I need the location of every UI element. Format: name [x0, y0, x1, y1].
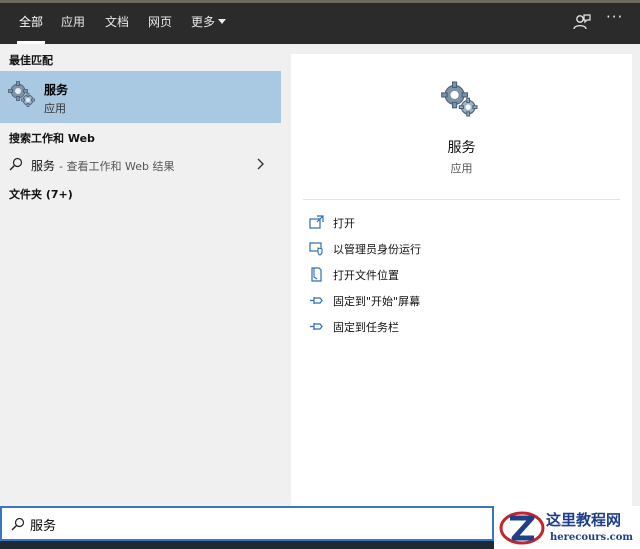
pin-icon: [310, 323, 323, 330]
tab-web[interactable]: 网页: [148, 0, 172, 44]
watermark-url: herecours.com: [550, 532, 634, 543]
search-input[interactable]: [30, 513, 470, 535]
shield-icon: [309, 242, 323, 256]
tab-apps[interactable]: 应用: [61, 0, 85, 44]
search-icon: [9, 157, 23, 171]
pin-icon: [310, 297, 323, 304]
taskbar: [0, 541, 494, 549]
preview-pane: 服务 应用 打开 以管理员身份运行 打开文件位置 固定到"开始"屏幕 固定到任务…: [291, 54, 632, 506]
chevron-right-icon[interactable]: [255, 158, 265, 170]
tab-documents[interactable]: 文档: [105, 0, 129, 44]
watermark-title: 这里教程网: [546, 511, 622, 529]
desktop-strip: [0, 0, 640, 3]
action-open[interactable]: 打开: [309, 213, 609, 233]
preview-title: 服务: [447, 140, 476, 156]
action-pin-to-taskbar[interactable]: 固定到任务栏: [309, 317, 609, 337]
tab-more[interactable]: 更多: [191, 0, 227, 44]
web-result-subtext: - 查看工作和 Web 结果: [59, 160, 175, 173]
more-options-icon[interactable]: ···: [606, 8, 623, 26]
search-box[interactable]: [0, 506, 494, 541]
action-label: 打开: [333, 217, 355, 230]
search-top-bar: 全部 应用 文档 网页 更多 ···: [0, 0, 640, 44]
action-label: 固定到"开始"屏幕: [333, 295, 421, 308]
web-search-heading: 搜索工作和 Web: [9, 132, 95, 145]
action-pin-to-start[interactable]: 固定到"开始"屏幕: [309, 291, 609, 311]
tab-all[interactable]: 全部: [16, 0, 46, 44]
search-icon: [11, 517, 25, 531]
action-label: 以管理员身份运行: [333, 243, 421, 256]
gear-icon: [8, 81, 35, 107]
web-result-query: 服务: [31, 159, 56, 173]
divider: [303, 199, 620, 200]
best-match-type: 应用: [44, 102, 66, 115]
watermark: 这里教程网 herecours.com: [494, 506, 640, 549]
preview-type: 应用: [450, 162, 473, 175]
action-label: 打开文件位置: [333, 269, 399, 282]
gear-icon: [441, 81, 478, 117]
best-match-heading: 最佳匹配: [9, 54, 53, 67]
tab-more-label: 更多: [191, 15, 216, 29]
best-match-name: 服务: [44, 83, 69, 97]
feedback-icon[interactable]: [572, 12, 592, 32]
best-match-result[interactable]: 服务 应用: [0, 71, 281, 123]
chevron-down-icon: [218, 19, 227, 24]
action-open-file-location[interactable]: 打开文件位置: [309, 265, 609, 285]
action-run-as-admin[interactable]: 以管理员身份运行: [309, 239, 609, 259]
results-pane: 最佳匹配 服务 应用 搜索工作和 Web 服务 - 查看工作和 Web 结果 文…: [0, 44, 281, 506]
open-icon: [309, 215, 324, 229]
web-result-row[interactable]: 服务 - 查看工作和 Web 结果: [0, 152, 281, 178]
watermark-logo: [499, 511, 545, 545]
action-label: 固定到任务栏: [333, 321, 399, 334]
folders-heading[interactable]: 文件夹 (7+): [9, 186, 73, 202]
file-location-icon: [311, 267, 322, 282]
